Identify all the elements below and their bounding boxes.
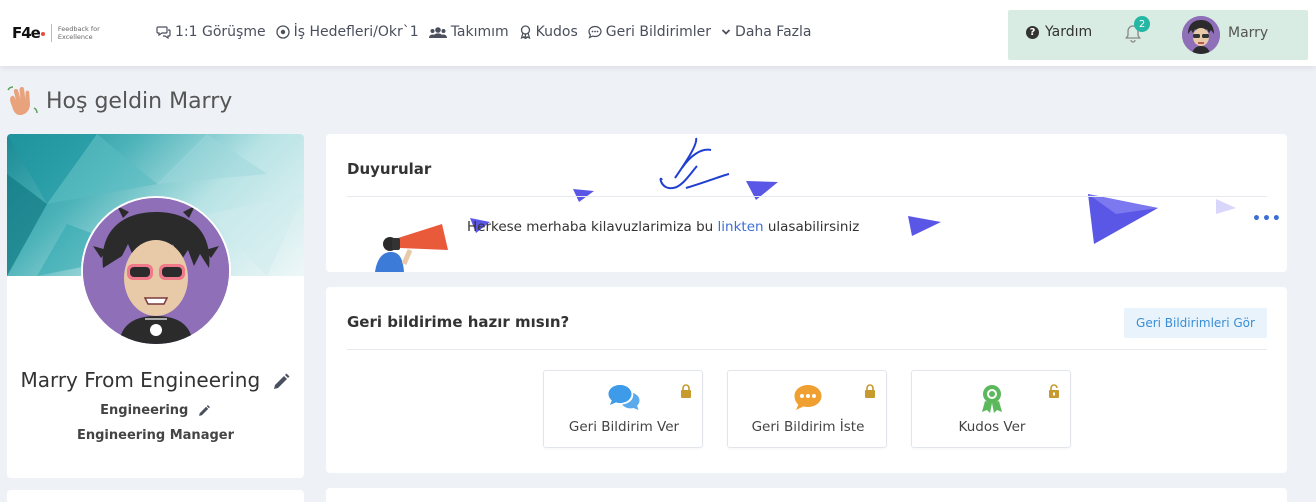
logo-mark: F4e (12, 24, 41, 42)
edit-name-icon[interactable] (271, 372, 291, 392)
nav-item-team[interactable]: Takımım (428, 24, 509, 40)
give-kudos-tile[interactable]: Kudos Ver (911, 370, 1071, 448)
announcement-text: Herkese merhaba kilavuzlarimiza bu linkt… (467, 219, 859, 235)
nav-item-feedbacks[interactable]: Geri Bildirimler (588, 24, 711, 40)
give-feedback-tile[interactable]: Geri Bildirim Ver (543, 370, 703, 448)
announcement-link[interactable]: linkten (718, 219, 764, 235)
chevron-down-icon (721, 27, 731, 37)
top-navbar: F4e Feedback for Excellence 1:1 Görüşme … (0, 0, 1316, 66)
announcement-text-before: Herkese merhaba kilavuzlarimiza bu (467, 219, 718, 235)
profile-name-text: Marry From Engineering (20, 368, 261, 392)
avatar-illustration (1182, 16, 1220, 54)
nav-item-label: Kudos (535, 24, 578, 40)
feedback-ready-card: Geri bildirime hazır mısın? Geri Bildiri… (326, 287, 1287, 473)
help-label: Yardım (1045, 24, 1093, 40)
users-icon (428, 26, 447, 39)
profile-job-title: Engineering Manager (76, 428, 234, 443)
divider (347, 349, 1267, 350)
lock-icon (680, 383, 692, 402)
logo-separator (50, 24, 52, 42)
profile-department: Engineering (7, 403, 304, 418)
lock-icon (864, 383, 876, 402)
nav-item-kudos[interactable]: Kudos (519, 24, 578, 40)
award-icon (519, 25, 532, 39)
nav-item-one-on-one[interactable]: 1:1 Görüşme (156, 24, 266, 40)
announcements-card: Duyurular Herkese merhaba kilavuzlarimiz… (326, 134, 1287, 272)
profile-avatar-illustration (83, 198, 229, 344)
welcome-header: Hoş geldin Marry (6, 84, 232, 118)
see-feedbacks-button[interactable]: Geri Bildirimleri Gör (1124, 308, 1267, 338)
nav-item-label: 1:1 Görüşme (175, 24, 266, 40)
logo-tagline: Feedback for Excellence (57, 25, 100, 41)
nav-item-label: Geri Bildirimler (605, 24, 712, 40)
nav-user-name[interactable]: Marry (1228, 25, 1268, 41)
nav-item-label: Daha Fazla (735, 24, 812, 40)
app-logo[interactable]: F4e Feedback for Excellence (12, 20, 118, 46)
welcome-title: Hoş geldin Marry (46, 88, 233, 114)
megaphone-person-illustration (375, 224, 448, 272)
nav-item-label: Takımım (450, 24, 509, 40)
nav-item-okr[interactable]: İş Hedefleri/Okr`1 (275, 24, 419, 40)
tile-label: Geri Bildirim Ver (568, 419, 680, 435)
announcement-text-after: ulasabilirsiniz (763, 219, 860, 235)
paper-planes-decoration (470, 137, 1236, 244)
comment-icon (588, 25, 602, 39)
announcements-title: Duyurular (347, 160, 432, 178)
profile-department-text: Engineering (100, 403, 189, 418)
waving-hand-icon (7, 86, 38, 115)
nav-item-label: İş Hedefleri/Okr`1 (293, 24, 419, 40)
tile-label: Kudos Ver (958, 419, 1026, 435)
main-nav: 1:1 Görüşme İş Hedefleri/Okr`1 Takımım K… (156, 22, 821, 42)
logo-dot (40, 32, 45, 36)
main-lower-card (326, 488, 1287, 502)
profile-name: Marry From Engineering (7, 368, 304, 392)
tile-label: Geri Bildirim İste (751, 419, 865, 435)
request-feedback-tile[interactable]: Geri Bildirim İste (727, 370, 887, 448)
question-icon: ? (1026, 25, 1039, 39)
notification-badge: 2 (1134, 16, 1150, 32)
left-lower-card (7, 490, 304, 502)
unlock-icon (1048, 383, 1060, 402)
avatar[interactable] (1182, 16, 1220, 54)
target-icon (275, 25, 290, 39)
profile-card: Marry From Engineering Engineering Engin… (7, 134, 304, 478)
profile-avatar[interactable] (81, 196, 231, 346)
feedback-ready-title: Geri bildirime hazır mısın? (347, 313, 570, 331)
edit-department-icon[interactable] (197, 404, 211, 418)
help-button[interactable]: ? Yardım (1026, 24, 1092, 40)
divider (347, 196, 1267, 197)
more-options-icon[interactable]: ••• (1252, 211, 1282, 227)
chat-icon (156, 25, 171, 39)
nav-item-more[interactable]: Daha Fazla (721, 24, 811, 40)
